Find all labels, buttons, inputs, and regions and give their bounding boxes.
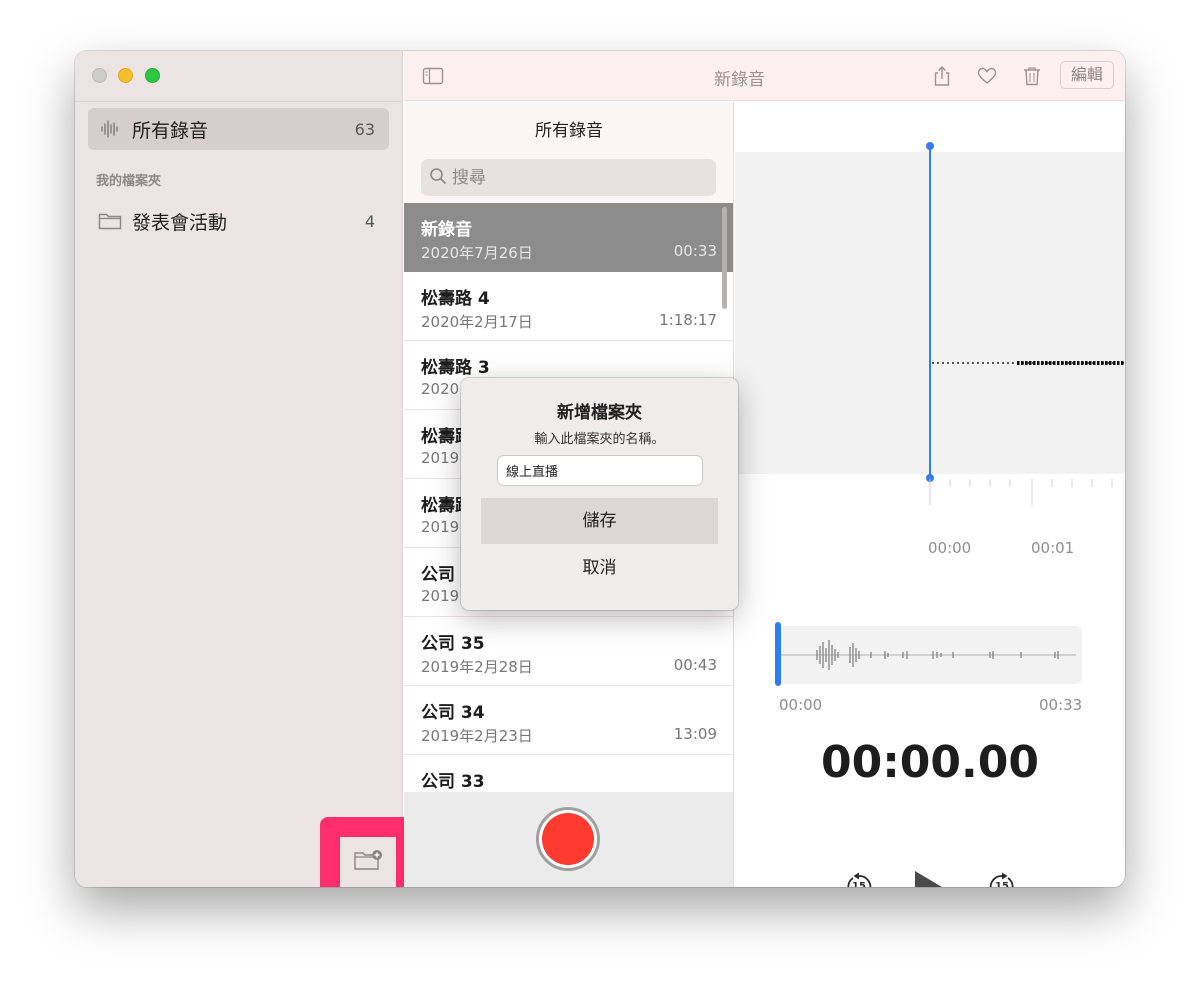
overview-end-time: 00:33 xyxy=(1039,696,1083,714)
time-ruler xyxy=(929,479,1113,505)
recording-date: 2020年2月17日 xyxy=(421,313,533,331)
recording-title: 公司 33 xyxy=(421,772,485,792)
search-input[interactable] xyxy=(452,167,702,188)
close-window-button[interactable] xyxy=(92,68,107,83)
overview-waveform[interactable] xyxy=(775,626,1082,684)
new-folder-highlight xyxy=(320,817,416,887)
maximize-window-button[interactable] xyxy=(145,68,160,83)
sidebar-divider xyxy=(75,101,403,102)
overview-start-time: 00:00 xyxy=(779,696,823,714)
window-title: 新錄音 xyxy=(714,70,765,90)
recording-duration: 1:18:17 xyxy=(659,311,717,329)
dialog-title: 新增檔案夾 xyxy=(557,403,642,423)
recording-duration: 00:33 xyxy=(673,242,717,260)
edit-button[interactable]: 編輯 xyxy=(1060,61,1114,89)
recording-duration: 00:43 xyxy=(673,656,717,674)
new-folder-icon xyxy=(353,848,383,876)
new-folder-button[interactable] xyxy=(340,837,396,887)
sidebar-toggle-icon[interactable] xyxy=(422,65,444,87)
search-field[interactable] xyxy=(421,159,716,196)
save-button[interactable]: 儲存 xyxy=(481,498,718,544)
trash-icon[interactable] xyxy=(1021,65,1043,87)
heart-icon[interactable] xyxy=(976,65,998,87)
play-icon xyxy=(913,870,949,887)
recording-date: 2020年7月26日 xyxy=(421,244,533,262)
record-button[interactable] xyxy=(536,807,600,871)
list-scrollbar[interactable] xyxy=(722,207,727,309)
record-bar xyxy=(404,792,733,887)
recording-title: 公司 xyxy=(421,565,455,585)
recording-date: 2020 xyxy=(421,380,460,398)
skip-back-button[interactable]: 15 xyxy=(844,872,874,887)
minimize-window-button[interactable] xyxy=(118,68,133,83)
skip-back-amount: 15 xyxy=(852,881,866,887)
skip-forward-amount: 15 xyxy=(995,881,1009,887)
sidebar-item-label: 發表會活動 xyxy=(132,211,228,234)
recording-title: 公司 34 xyxy=(421,703,485,723)
sidebar-item-count: 4 xyxy=(364,211,375,231)
ruler-label-start: 00:00 xyxy=(928,539,972,557)
recording-row[interactable]: 公司 34 2019年2月23日 13:09 xyxy=(404,686,733,755)
recording-row[interactable]: 公司 35 2019年2月28日 00:43 xyxy=(404,617,733,686)
play-button[interactable] xyxy=(913,870,949,887)
recording-date: 2019年2月28日 xyxy=(421,658,533,676)
elapsed-timer: 00:00.00 xyxy=(820,737,1039,788)
recording-date: 2019年2月23日 xyxy=(421,727,533,745)
sidebar-section-header: 我的檔案夾 xyxy=(96,174,162,189)
sidebar: 所有錄音 63 我的檔案夾 發表會活動 4 xyxy=(75,51,416,887)
ruler-label-next: 00:01 xyxy=(1031,539,1075,557)
folder-name-field[interactable] xyxy=(497,455,703,486)
toolbar: 新錄音 編輯 xyxy=(404,51,1125,101)
waveform-audio xyxy=(1017,361,1125,365)
overview-playhead-handle[interactable] xyxy=(775,622,781,686)
skip-forward-15-icon: 15 xyxy=(987,872,1017,887)
sidebar-item-folder[interactable]: 發表會活動 4 xyxy=(88,200,389,242)
recording-detail: 00:00 00:01 00:00 00:33 00:00.00 15 15 xyxy=(735,102,1125,887)
recording-date: 2019 xyxy=(421,587,460,605)
dialog-message: 輸入此檔案夾的名稱。 xyxy=(534,432,665,447)
list-header: 所有錄音 xyxy=(535,121,603,141)
search-icon xyxy=(429,167,447,189)
recording-title: 松壽路 4 xyxy=(421,289,490,309)
recording-title: 松壽路 3 xyxy=(421,358,490,378)
sidebar-item-all-recordings[interactable]: 所有錄音 63 xyxy=(88,108,389,150)
new-folder-dialog: 新增檔案夾 輸入此檔案夾的名稱。 儲存 取消 xyxy=(461,378,738,610)
recording-date: 2019 xyxy=(421,518,460,536)
folder-icon xyxy=(88,211,132,231)
share-icon[interactable] xyxy=(931,65,953,87)
recording-date: 2019 xyxy=(421,449,460,467)
record-icon xyxy=(542,813,594,865)
playhead[interactable] xyxy=(929,146,931,478)
recording-title: 新錄音 xyxy=(421,220,472,240)
recording-row[interactable]: 新錄音 2020年7月26日 00:33 xyxy=(404,203,733,272)
recording-duration: 13:09 xyxy=(673,725,717,743)
skip-forward-button[interactable]: 15 xyxy=(987,872,1017,887)
waveform-icon xyxy=(88,119,132,139)
recording-title: 公司 35 xyxy=(421,634,485,654)
playhead-top-handle[interactable] xyxy=(926,142,934,150)
overview-waveform-graphic xyxy=(781,640,1076,670)
sidebar-item-count: 63 xyxy=(354,119,375,139)
skip-back-15-icon: 15 xyxy=(844,872,874,887)
cancel-button[interactable]: 取消 xyxy=(481,548,718,588)
recording-row[interactable]: 松壽路 4 2020年2月17日 1:18:17 xyxy=(404,272,733,341)
sidebar-item-label: 所有錄音 xyxy=(132,119,209,142)
